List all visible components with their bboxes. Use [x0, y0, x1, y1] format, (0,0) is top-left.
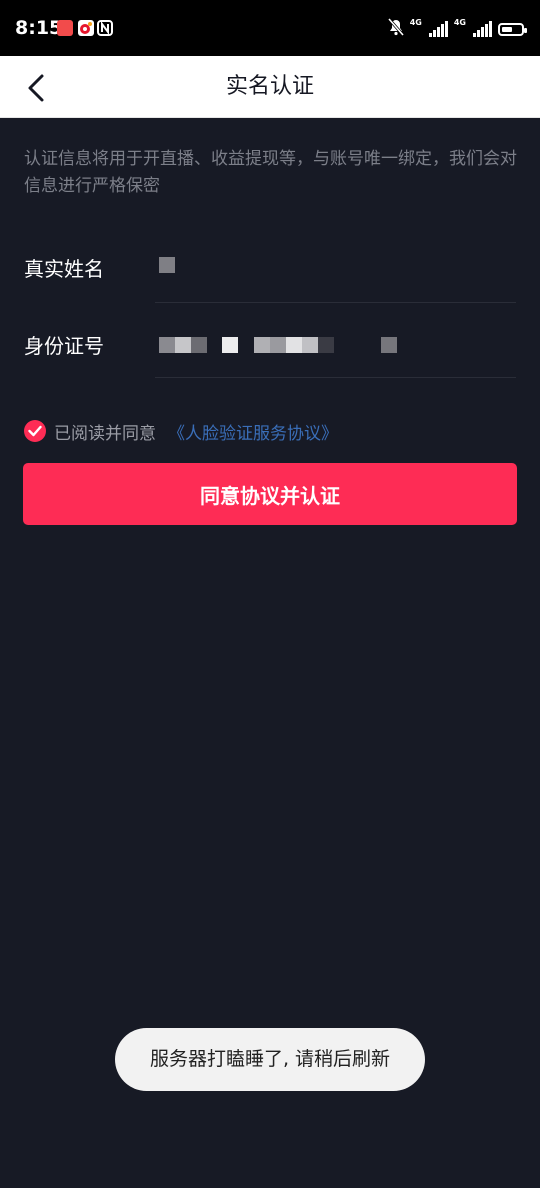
- signal-icon: [473, 21, 492, 37]
- status-bar: 8:15 4G 4G: [0, 0, 540, 56]
- agreement-text: 已阅读并同意: [54, 423, 156, 444]
- name-row: 真实姓名: [0, 227, 540, 303]
- error-toast: 服务器打瞌睡了, 请稍后刷新: [115, 1028, 425, 1091]
- id-row: 身份证号: [0, 302, 540, 378]
- name-label: 真实姓名: [24, 257, 104, 281]
- battery-icon: [498, 22, 527, 36]
- nfc-icon: [97, 20, 113, 36]
- agreement-link[interactable]: 《人脸验证服务协议》: [168, 419, 338, 444]
- id-number-input[interactable]: [159, 337, 519, 353]
- weibo-icon: [78, 20, 94, 36]
- agreement-row: 已阅读并同意 《人脸验证服务协议》: [24, 419, 338, 444]
- status-time: 8:15: [15, 17, 63, 39]
- signal-icon: [428, 21, 448, 37]
- nav-header: 实名认证: [0, 56, 540, 118]
- privacy-notice: 认证信息将用于开直播、收益提现等，与账号唯一绑定，我们会对信息进行严格保密: [24, 149, 517, 196]
- name-input[interactable]: [159, 257, 459, 273]
- id-label: 身份证号: [24, 334, 104, 358]
- agreement-checkbox[interactable]: [24, 420, 46, 442]
- network-label-1: 4G: [409, 18, 422, 27]
- mute-icon: [387, 18, 404, 40]
- app-red-icon: [57, 20, 73, 36]
- battery-level: [502, 26, 512, 32]
- agree-and-verify-button[interactable]: 同意协议并认证: [23, 463, 517, 525]
- network-label-2: 4G: [453, 18, 466, 27]
- check-icon: [28, 425, 42, 437]
- status-right-icons: 4G 4G: [387, 18, 527, 40]
- page-title: 实名认证: [225, 74, 314, 99]
